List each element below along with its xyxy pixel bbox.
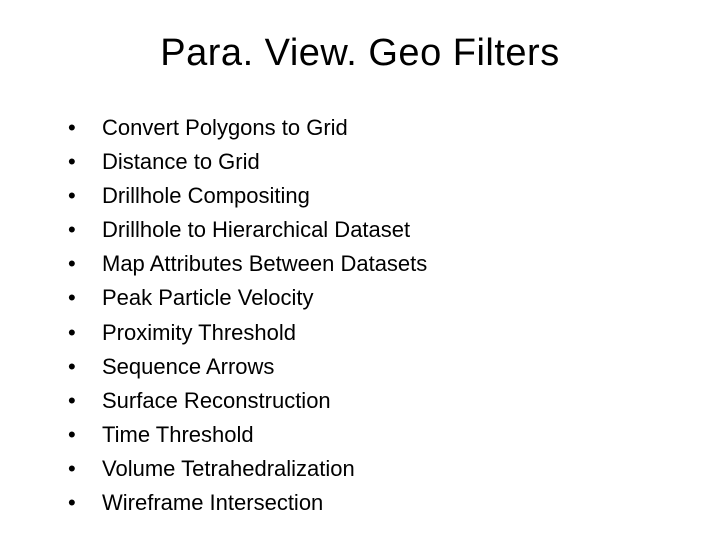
list-item: • Time Threshold xyxy=(68,418,670,452)
bullet-icon: • xyxy=(68,452,102,486)
bullet-icon: • xyxy=(68,350,102,384)
list-item-text: Peak Particle Velocity xyxy=(102,281,670,315)
list-item-text: Volume Tetrahedralization xyxy=(102,452,670,486)
list-item-text: Time Threshold xyxy=(102,418,670,452)
bullet-icon: • xyxy=(68,384,102,418)
bullet-icon: • xyxy=(68,418,102,452)
filter-list: • Convert Polygons to Grid • Distance to… xyxy=(50,111,670,520)
bullet-icon: • xyxy=(68,111,102,145)
list-item-text: Map Attributes Between Datasets xyxy=(102,247,670,281)
list-item: • Volume Tetrahedralization xyxy=(68,452,670,486)
list-item: • Proximity Threshold xyxy=(68,316,670,350)
list-item-text: Convert Polygons to Grid xyxy=(102,111,670,145)
list-item: • Distance to Grid xyxy=(68,145,670,179)
list-item-text: Drillhole Compositing xyxy=(102,179,670,213)
list-item-text: Distance to Grid xyxy=(102,145,670,179)
list-item: • Surface Reconstruction xyxy=(68,384,670,418)
bullet-icon: • xyxy=(68,247,102,281)
bullet-icon: • xyxy=(68,486,102,520)
bullet-icon: • xyxy=(68,281,102,315)
list-item-text: Drillhole to Hierarchical Dataset xyxy=(102,213,670,247)
bullet-icon: • xyxy=(68,213,102,247)
list-item: • Drillhole to Hierarchical Dataset xyxy=(68,213,670,247)
list-item-text: Surface Reconstruction xyxy=(102,384,670,418)
list-item: • Convert Polygons to Grid xyxy=(68,111,670,145)
list-item-text: Sequence Arrows xyxy=(102,350,670,384)
list-item: • Sequence Arrows xyxy=(68,350,670,384)
list-item: • Map Attributes Between Datasets xyxy=(68,247,670,281)
list-item-text: Wireframe Intersection xyxy=(102,486,670,520)
list-item: • Drillhole Compositing xyxy=(68,179,670,213)
bullet-icon: • xyxy=(68,179,102,213)
list-item: • Wireframe Intersection xyxy=(68,486,670,520)
bullet-icon: • xyxy=(68,316,102,350)
bullet-icon: • xyxy=(68,145,102,179)
list-item: • Peak Particle Velocity xyxy=(68,281,670,315)
slide-title: Para. View. Geo Filters xyxy=(50,32,670,75)
list-item-text: Proximity Threshold xyxy=(102,316,670,350)
